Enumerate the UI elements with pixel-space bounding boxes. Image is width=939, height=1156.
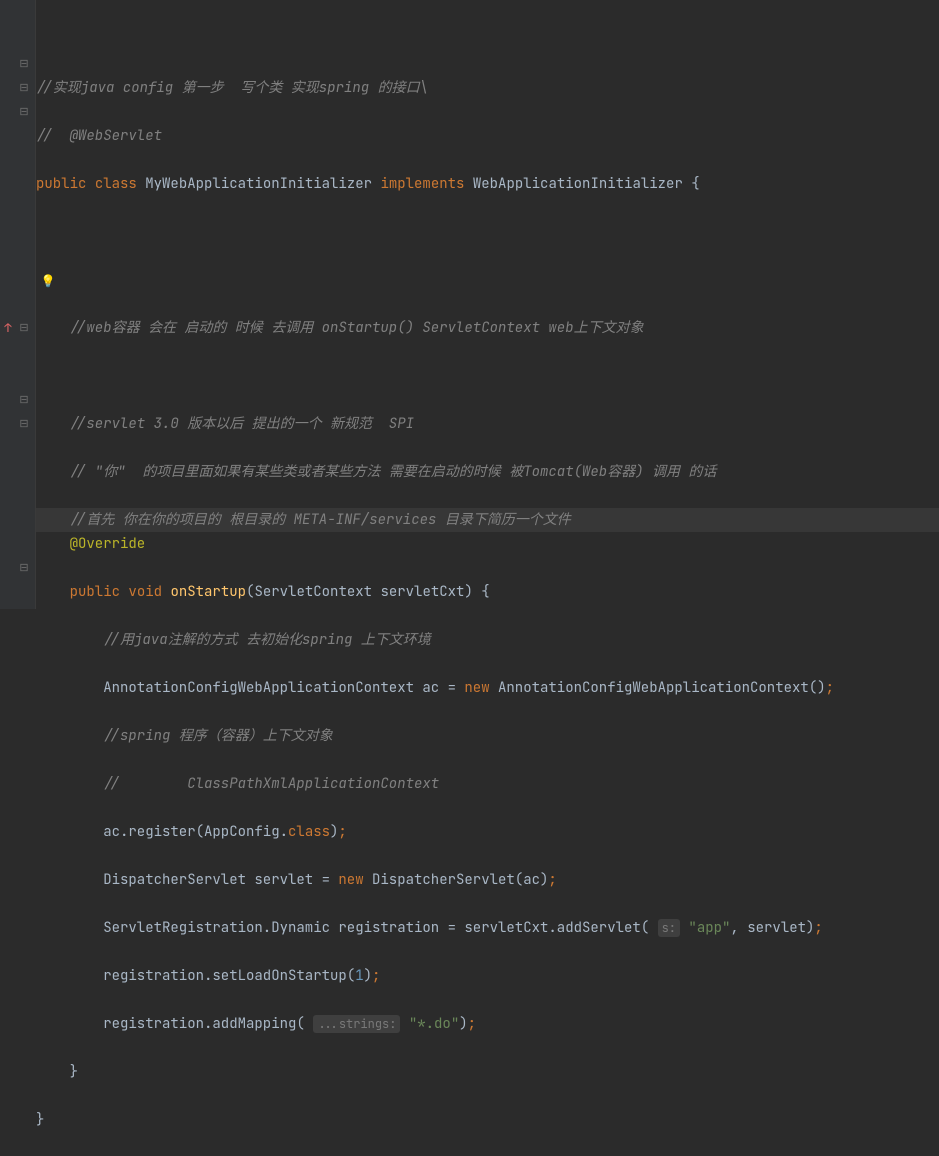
code-text: DispatcherServlet servlet = — [103, 871, 338, 889]
code-editor[interactable]: //实现java config 第一步 写个类 实现spring 的接口\ //… — [36, 0, 939, 1156]
fold-icon[interactable]: ⊟ — [18, 562, 30, 574]
fold-icon[interactable]: ⊟ — [18, 322, 30, 334]
string-literal: "app" — [680, 919, 730, 937]
keyword-new: new — [338, 871, 363, 889]
code-text: ServletRegistration.Dynamic registration… — [103, 919, 649, 937]
comment: //servlet 3.0 版本以后 提出的一个 新规范 SPI — [70, 415, 414, 433]
comment: // @WebServlet — [36, 127, 162, 145]
comment: // ClassPathXmlApplicationContext — [103, 775, 439, 793]
keyword-class-literal: class — [288, 823, 330, 841]
override-up-icon[interactable]: ↑ — [2, 322, 14, 334]
semicolon: ; — [826, 679, 834, 697]
code-text: ac.register(AppConfig. — [103, 823, 288, 841]
keyword-public: public — [70, 583, 120, 601]
fold-icon[interactable]: ⊟ — [18, 58, 30, 70]
close-brace: } — [36, 1111, 44, 1129]
semicolon: ; — [372, 967, 380, 985]
fold-icon[interactable]: ⊟ — [18, 106, 30, 118]
comment: // "你" 的项目里面如果有某些类或者某些方法 需要在启动的时候 被Tomca… — [70, 463, 717, 481]
fold-icon[interactable]: ⊟ — [18, 394, 30, 406]
keyword-void: void — [128, 583, 162, 601]
keyword-public: public — [36, 175, 86, 193]
code-text: ) — [364, 967, 372, 985]
number-literal: 1 — [355, 967, 363, 985]
param-hint: s: — [658, 919, 680, 937]
comment: //用java注解的方式 去初始化spring 上下文环境 — [103, 631, 431, 649]
string-literal: "*.do" — [400, 1015, 459, 1033]
comment: //web容器 会在 启动的 时候 去调用 onStartup() Servle… — [70, 319, 644, 337]
code-text: DispatcherServlet(ac) — [364, 871, 549, 889]
fold-icon[interactable]: ⊟ — [18, 418, 30, 430]
fold-icon[interactable]: ⊟ — [18, 82, 30, 94]
comment: //实现java config 第一步 写个类 实现spring 的接口\ — [36, 79, 428, 97]
code-text: registration.setLoadOnStartup( — [103, 967, 355, 985]
comment: //spring 程序（容器）上下文对象 — [103, 727, 333, 745]
method-params: (ServletContext servletCxt) { — [246, 583, 490, 601]
semicolon: ; — [338, 823, 346, 841]
editor-gutter: ⊟ ⊟ ⊟ 💡 ↑ ⊟ ⊟ ⊟ ⊟ — [0, 0, 36, 609]
keyword-new: new — [464, 679, 489, 697]
class-name: MyWebApplicationInitializer — [145, 175, 372, 193]
code-text: AnnotationConfigWebApplicationContext ac… — [103, 679, 464, 697]
close-brace: } — [70, 1063, 78, 1081]
semicolon: ; — [548, 871, 556, 889]
code-text: ) — [330, 823, 338, 841]
annotation-override: @Override — [70, 535, 146, 553]
semicolon: ; — [468, 1015, 476, 1033]
interface-name: WebApplicationInitializer { — [473, 175, 700, 193]
keyword-class: class — [95, 175, 137, 193]
code-text: ) — [459, 1015, 467, 1033]
comment: //首先 你在你的项目的 根目录的 META-INF/services 目录下简… — [70, 511, 571, 529]
keyword-implements: implements — [380, 175, 464, 193]
code-text: , servlet) — [730, 919, 814, 937]
semicolon: ; — [814, 919, 822, 937]
method-name: onStartup — [170, 583, 246, 601]
param-hint: ...strings: — [313, 1015, 400, 1033]
code-text: AnnotationConfigWebApplicationContext() — [490, 679, 826, 697]
code-text: registration.addMapping( — [103, 1015, 305, 1033]
